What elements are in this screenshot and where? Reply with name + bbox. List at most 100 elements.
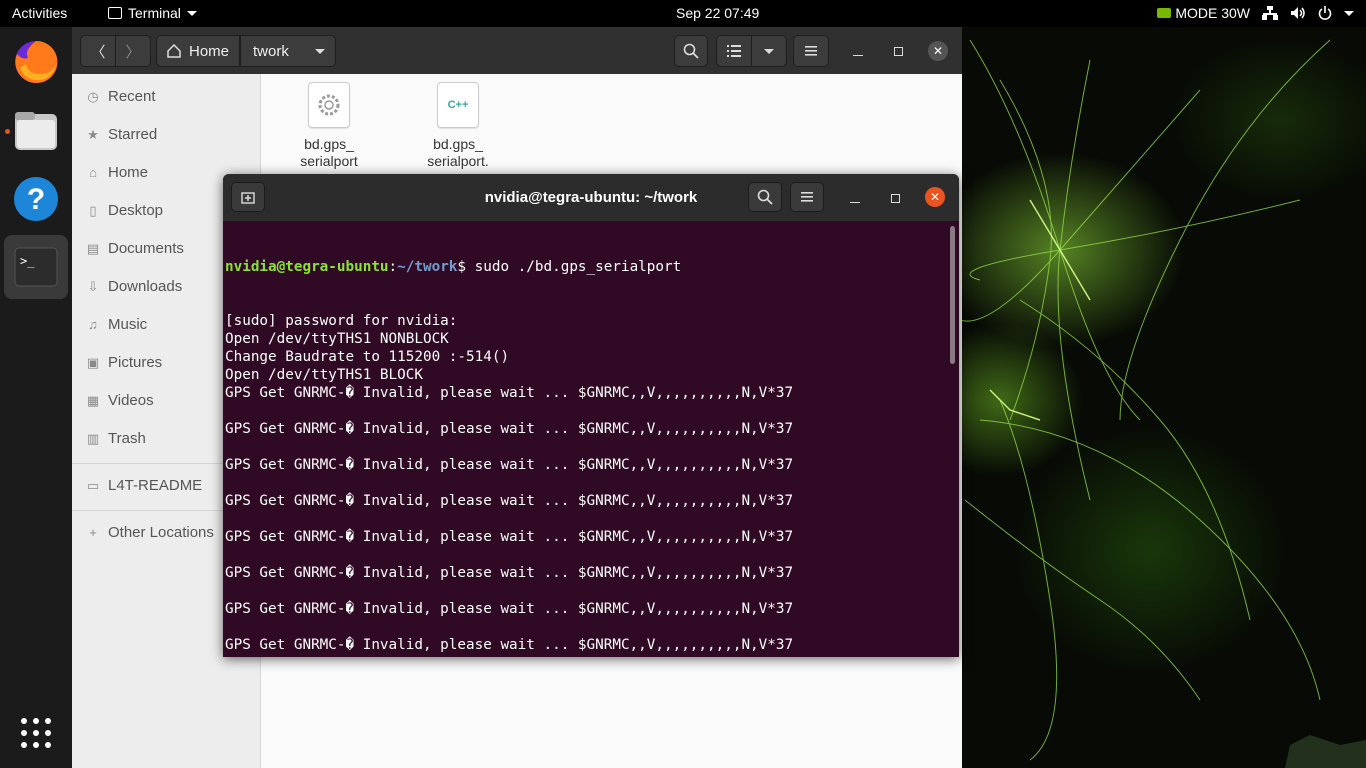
forward-button[interactable]: 〉 (115, 35, 151, 67)
sidebar-item-home[interactable]: ⌂ Home (86, 164, 148, 181)
prompt-path: ~/twork (397, 259, 458, 275)
system-tray[interactable]: MODE 30W (1157, 5, 1354, 21)
terminal-minimize-button[interactable] (845, 188, 865, 208)
sidebar-item-label: Downloads (108, 278, 183, 295)
drive-icon: ▭ (86, 477, 100, 493)
dock-files[interactable] (4, 99, 68, 163)
terminal-output[interactable]: nvidia@tegra-ubuntu:~/twork$ sudo ./bd.g… (225, 222, 947, 655)
terminal-lines: [sudo] password for nvidia: Open /dev/tty… (225, 312, 947, 655)
dock-firefox[interactable] (4, 30, 68, 94)
terminal-line: GPS Get GNRMC-� Invalid, please wait ...… (225, 601, 794, 617)
show-applications-button[interactable] (4, 701, 68, 765)
sidebar-item-label: Other Locations (108, 524, 214, 541)
terminal-prompt-line: nvidia@tegra-ubuntu:~/twork$ sudo ./bd.g… (225, 259, 682, 275)
sidebar-item-label: Trash (108, 430, 146, 447)
menu-button[interactable] (793, 35, 829, 67)
close-icon: ✕ (929, 190, 941, 204)
terminal-search-button[interactable] (748, 182, 782, 212)
power-mode-label[interactable]: MODE 30W (1175, 5, 1250, 21)
download-icon: ⇩ (87, 278, 99, 294)
sidebar-item-label: L4T-README (108, 477, 203, 494)
sidebar-item-documents[interactable]: ▤ Documents (86, 240, 184, 257)
close-button[interactable]: ✕ (928, 41, 948, 61)
path-home-label: Home (189, 42, 230, 60)
terminal-menu-button[interactable] (790, 182, 824, 212)
minimize-button[interactable] (848, 41, 868, 61)
sidebar-item-music[interactable]: ♫ Music (86, 316, 147, 333)
sidebar-item-other-locations[interactable]: + Other Locations (86, 524, 214, 541)
dock-help[interactable]: ? (4, 167, 68, 231)
sidebar-item-label: Desktop (108, 202, 164, 219)
maximize-button[interactable] (888, 41, 908, 61)
cpp-file-icon: C++ (437, 82, 479, 128)
desktop-icon: ▯ (89, 202, 97, 218)
maximize-icon (890, 193, 900, 203)
sidebar-item-pictures[interactable]: ▣ Pictures (86, 354, 162, 371)
terminal-line: GPS Get GNRMC-� Invalid, please wait ...… (225, 385, 794, 401)
activities-button[interactable]: Activities (12, 5, 67, 21)
sidebar-item-label: Recent (108, 88, 156, 105)
terminal-headerbar: nvidia@tegra-ubuntu: ~/twork ✕ (223, 174, 959, 221)
clock[interactable]: Sep 22 07:49 (676, 5, 759, 21)
file-item[interactable]: C++ bd.gps_ serialport. cpp (408, 82, 508, 187)
chevron-left-icon: 〈 (90, 43, 106, 61)
file-item[interactable]: bd.gps_ serialport (279, 82, 379, 170)
sidebar-item-desktop[interactable]: ▯ Desktop (86, 202, 163, 219)
dock-terminal[interactable]: >_ (4, 235, 68, 299)
search-icon (683, 43, 699, 59)
path-twork[interactable]: twork (240, 35, 336, 67)
maximize-icon (893, 46, 903, 56)
home-icon: ⌂ (89, 165, 97, 180)
executable-gear-icon (308, 82, 350, 128)
files-icon (15, 112, 57, 150)
minimize-icon (853, 54, 863, 56)
sidebar-item-downloads[interactable]: ⇩ Downloads (86, 278, 183, 295)
minimize-icon (850, 201, 860, 203)
terminal-line: GPS Get GNRMC-� Invalid, please wait ...… (225, 493, 794, 509)
chevron-down-icon (1344, 10, 1354, 16)
list-view-icon (727, 45, 741, 57)
hamburger-icon (805, 46, 817, 56)
view-options-button[interactable] (751, 35, 787, 67)
sidebar-item-recent[interactable]: ◷ Recent (86, 88, 156, 105)
terminal-maximize-button[interactable] (885, 188, 905, 208)
top-bar: Activities Terminal Sep 22 07:49 MODE 30… (0, 0, 1366, 27)
sidebar-item-trash[interactable]: ▥ Trash (86, 430, 146, 447)
volume-icon (1291, 7, 1305, 19)
sidebar-item-starred[interactable]: ★ Starred (86, 126, 157, 143)
sidebar-item-label: Music (108, 316, 148, 333)
clock-icon: ◷ (87, 88, 99, 104)
terminal-line: Open /dev/ttyTHS1 NONBLOCK (225, 331, 449, 347)
grid-icon (21, 718, 51, 748)
sidebar-item-videos[interactable]: ▦ Videos (86, 392, 154, 409)
terminal-line: GPS Get GNRMC-� Invalid, please wait ...… (225, 529, 794, 545)
power-icon (1318, 6, 1332, 20)
dock: ? >_ (0, 27, 72, 768)
video-icon: ▦ (86, 392, 100, 408)
view-list-button[interactable] (716, 35, 752, 67)
back-button[interactable]: 〈 (80, 35, 116, 67)
terminal-line: Open /dev/ttyTHS1 BLOCK (225, 367, 423, 383)
terminal-scrollbar[interactable] (950, 226, 955, 364)
search-icon (757, 189, 773, 205)
sidebar-item-label: Videos (108, 392, 154, 409)
music-icon: ♫ (88, 317, 98, 332)
search-button[interactable] (674, 35, 708, 67)
terminal-line: [sudo] password for nvidia: (225, 313, 458, 329)
prompt-user: nvidia@tegra-ubuntu (225, 259, 389, 275)
sidebar-item-label: Starred (108, 126, 158, 143)
sidebar-item-device[interactable]: ▭ L4T-README (86, 477, 202, 494)
home-icon (167, 44, 181, 58)
chevron-down-icon (314, 48, 325, 54)
document-icon: ▤ (86, 240, 100, 256)
app-menu[interactable]: Terminal (108, 5, 197, 21)
path-home[interactable]: Home (156, 35, 241, 67)
help-icon: ? (14, 177, 58, 221)
terminal-close-button[interactable]: ✕ (925, 187, 945, 207)
sidebar-item-label: Home (108, 164, 149, 181)
